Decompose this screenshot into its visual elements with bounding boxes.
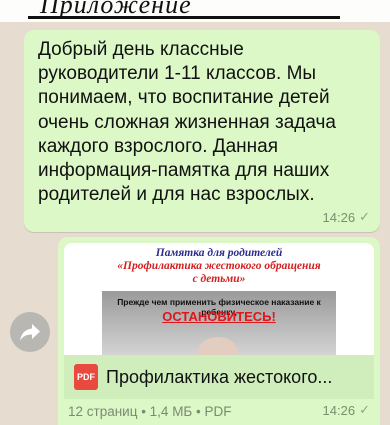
sent-check-icon: ✓ bbox=[359, 402, 370, 417]
preview-subtitle: «Профилактика жестокого обращения с деть… bbox=[117, 260, 321, 285]
file-info: 12 страниц • 1,4 МБ • PDF bbox=[68, 404, 232, 419]
preview-title: Памятка для родителей bbox=[155, 247, 283, 259]
divider bbox=[28, 16, 340, 19]
message-meta: 14:26 ✓ bbox=[323, 209, 370, 225]
outgoing-message-bubble[interactable]: Добрый день классные руководители 1-11 к… bbox=[24, 30, 380, 232]
message-meta: 14:26 ✓ bbox=[323, 402, 370, 418]
sent-check-icon: ✓ bbox=[359, 209, 370, 224]
file-name: Профилактика жестокого... bbox=[106, 366, 333, 387]
forward-button[interactable] bbox=[10, 312, 50, 352]
preview-photo-figure bbox=[198, 337, 238, 355]
preview-photo: Прежде чем применить физическое наказани… bbox=[102, 291, 336, 355]
pdf-file-icon: PDF bbox=[74, 364, 98, 390]
message-time: 14:26 bbox=[322, 402, 356, 418]
file-attachment-row[interactable]: PDF Профилактика жестокого... bbox=[64, 355, 374, 399]
forward-icon bbox=[20, 324, 40, 341]
message-text: Добрый день классные руководители 1-11 к… bbox=[38, 39, 336, 206]
message-time: 14:26 bbox=[322, 209, 356, 225]
preview-warning: ОСТАНОВИТЕСЬ! bbox=[162, 309, 276, 324]
pdf-preview-thumbnail[interactable]: Памятка для родителей «Профилактика жест… bbox=[64, 243, 374, 355]
outgoing-file-message[interactable]: Памятка для родителей «Профилактика жест… bbox=[58, 237, 380, 425]
previous-message-fragment: Приложение bbox=[0, 0, 390, 22]
